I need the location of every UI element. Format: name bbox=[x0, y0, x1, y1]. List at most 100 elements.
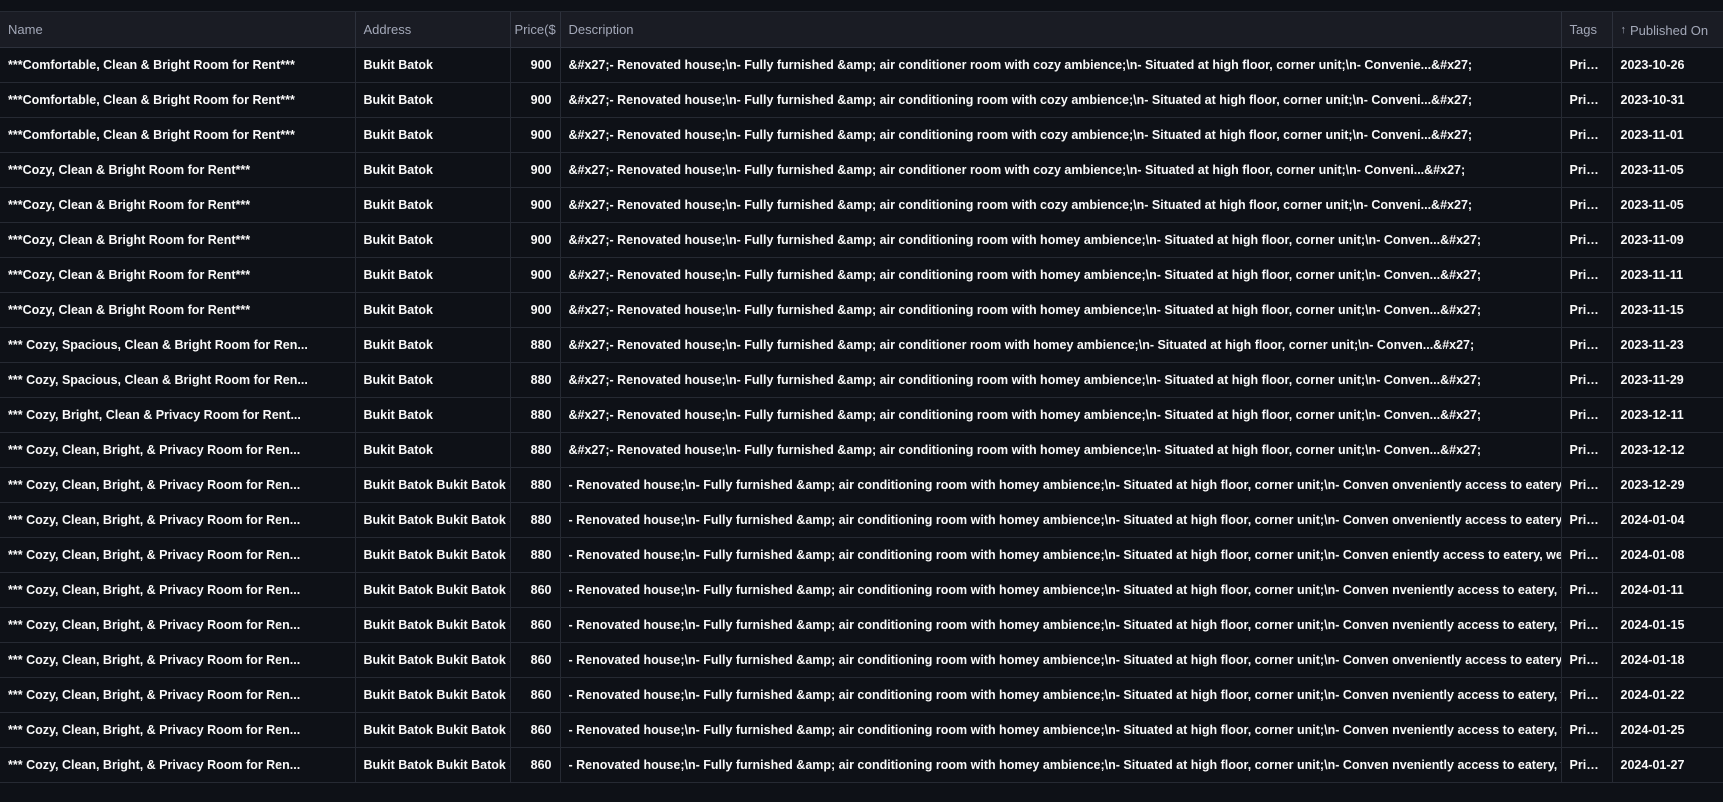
cell-price[interactable]: 880 bbox=[510, 432, 561, 468]
cell-price[interactable]: 860 bbox=[510, 747, 561, 783]
cell-address[interactable]: Bukit Batok Bukit Batok S bbox=[355, 502, 511, 538]
cell-tags[interactable]: Private bbox=[1561, 187, 1613, 223]
column-header-address[interactable]: Address bbox=[355, 12, 511, 48]
cell-address[interactable]: Bukit Batok Bukit Batok S bbox=[355, 712, 511, 748]
cell-price[interactable]: 900 bbox=[510, 82, 561, 118]
table-row[interactable]: ***Cozy, Clean & Bright Room for Rent***… bbox=[0, 257, 1723, 293]
cell-price[interactable]: 880 bbox=[510, 397, 561, 433]
cell-name[interactable]: *** Cozy, Clean, Bright, & Privacy Room … bbox=[0, 677, 356, 713]
cell-description[interactable]: &#x27;- Renovated house;\n- Fully furnis… bbox=[560, 222, 1562, 258]
cell-published-on[interactable]: 2023-11-05 bbox=[1612, 187, 1723, 223]
cell-address[interactable]: Bukit Batok Bukit Batok S bbox=[355, 642, 511, 678]
cell-tags[interactable]: Private bbox=[1561, 292, 1613, 328]
cell-published-on[interactable]: 2023-11-11 bbox=[1612, 257, 1723, 293]
cell-published-on[interactable]: 2023-12-29 bbox=[1612, 467, 1723, 503]
cell-description[interactable]: &#x27;- Renovated house;\n- Fully furnis… bbox=[560, 117, 1562, 153]
table-row[interactable]: *** Cozy, Clean, Bright, & Privacy Room … bbox=[0, 537, 1723, 573]
cell-address[interactable]: Bukit Batok Bukit Batok S bbox=[355, 677, 511, 713]
cell-address[interactable]: Bukit Batok bbox=[355, 47, 511, 83]
cell-description[interactable]: &#x27;- Renovated house;\n- Fully furnis… bbox=[560, 397, 1562, 433]
table-row[interactable]: *** Cozy, Spacious, Clean & Bright Room … bbox=[0, 327, 1723, 363]
cell-name[interactable]: *** Cozy, Clean, Bright, & Privacy Room … bbox=[0, 537, 356, 573]
cell-published-on[interactable]: 2024-01-25 bbox=[1612, 712, 1723, 748]
cell-price[interactable]: 900 bbox=[510, 257, 561, 293]
cell-published-on[interactable]: 2023-12-12 bbox=[1612, 432, 1723, 468]
cell-name[interactable]: *** Cozy, Clean, Bright, & Privacy Room … bbox=[0, 467, 356, 503]
cell-price[interactable]: 860 bbox=[510, 677, 561, 713]
cell-description[interactable]: - Renovated house;\n- Fully furnished &a… bbox=[560, 502, 1562, 538]
table-row[interactable]: *** Cozy, Clean, Bright, & Privacy Room … bbox=[0, 712, 1723, 748]
cell-tags[interactable]: Private bbox=[1561, 362, 1613, 398]
data-grid[interactable]: Name Address Price($ Description Tags ↑ … bbox=[0, 11, 1723, 785]
cell-published-on[interactable]: 2023-11-05 bbox=[1612, 152, 1723, 188]
cell-published-on[interactable]: 2024-01-04 bbox=[1612, 502, 1723, 538]
cell-address[interactable]: Bukit Batok bbox=[355, 82, 511, 118]
cell-address[interactable]: Bukit Batok bbox=[355, 292, 511, 328]
cell-name[interactable]: ***Cozy, Clean & Bright Room for Rent*** bbox=[0, 257, 356, 293]
cell-address[interactable]: Bukit Batok bbox=[355, 397, 511, 433]
cell-price[interactable]: 900 bbox=[510, 117, 561, 153]
table-row[interactable]: ***Cozy, Clean & Bright Room for Rent***… bbox=[0, 222, 1723, 258]
cell-description[interactable]: &#x27;- Renovated house;\n- Fully furnis… bbox=[560, 327, 1562, 363]
cell-tags[interactable]: Private bbox=[1561, 152, 1613, 188]
cell-name[interactable]: ***Cozy, Clean & Bright Room for Rent*** bbox=[0, 152, 356, 188]
cell-address[interactable]: Bukit Batok bbox=[355, 327, 511, 363]
cell-tags[interactable]: Private bbox=[1561, 572, 1613, 608]
cell-description[interactable]: &#x27;- Renovated house;\n- Fully furnis… bbox=[560, 362, 1562, 398]
cell-published-on[interactable]: 2024-01-18 bbox=[1612, 642, 1723, 678]
cell-published-on[interactable]: 2023-11-01 bbox=[1612, 117, 1723, 153]
cell-name[interactable]: *** Cozy, Bright, Clean & Privacy Room f… bbox=[0, 397, 356, 433]
column-header-name[interactable]: Name bbox=[0, 12, 356, 48]
table-row[interactable]: *** Cozy, Spacious, Clean & Bright Room … bbox=[0, 362, 1723, 398]
cell-price[interactable]: 880 bbox=[510, 362, 561, 398]
table-row[interactable]: ***Comfortable, Clean & Bright Room for … bbox=[0, 117, 1723, 153]
column-header-price[interactable]: Price($ bbox=[510, 12, 561, 48]
cell-published-on[interactable]: 2023-10-26 bbox=[1612, 47, 1723, 83]
cell-tags[interactable]: Private bbox=[1561, 607, 1613, 643]
cell-name[interactable]: *** Cozy, Clean, Bright, & Privacy Room … bbox=[0, 642, 356, 678]
cell-name[interactable]: *** Cozy, Clean, Bright, & Privacy Room … bbox=[0, 747, 356, 783]
cell-price[interactable]: 900 bbox=[510, 47, 561, 83]
cell-published-on[interactable]: 2023-11-29 bbox=[1612, 362, 1723, 398]
cell-tags[interactable]: Private bbox=[1561, 222, 1613, 258]
table-row[interactable]: *** Cozy, Clean, Bright, & Privacy Room … bbox=[0, 607, 1723, 643]
cell-tags[interactable]: Private bbox=[1561, 397, 1613, 433]
cell-price[interactable]: 900 bbox=[510, 152, 561, 188]
cell-published-on[interactable]: 2024-01-08 bbox=[1612, 537, 1723, 573]
table-row[interactable]: *** Cozy, Clean, Bright, & Privacy Room … bbox=[0, 747, 1723, 783]
cell-description[interactable]: - Renovated house;\n- Fully furnished &a… bbox=[560, 642, 1562, 678]
cell-description[interactable]: &#x27;- Renovated house;\n- Fully furnis… bbox=[560, 292, 1562, 328]
cell-description[interactable]: &#x27;- Renovated house;\n- Fully furnis… bbox=[560, 187, 1562, 223]
cell-name[interactable]: *** Cozy, Clean, Bright, & Privacy Room … bbox=[0, 572, 356, 608]
cell-name[interactable]: *** Cozy, Clean, Bright, & Privacy Room … bbox=[0, 502, 356, 538]
cell-name[interactable]: ***Cozy, Clean & Bright Room for Rent*** bbox=[0, 292, 356, 328]
cell-description[interactable]: &#x27;- Renovated house;\n- Fully furnis… bbox=[560, 152, 1562, 188]
cell-published-on[interactable]: 2024-01-15 bbox=[1612, 607, 1723, 643]
cell-description[interactable]: &#x27;- Renovated house;\n- Fully furnis… bbox=[560, 432, 1562, 468]
cell-price[interactable]: 860 bbox=[510, 642, 561, 678]
cell-address[interactable]: Bukit Batok bbox=[355, 432, 511, 468]
cell-tags[interactable]: Private bbox=[1561, 327, 1613, 363]
cell-tags[interactable]: Private bbox=[1561, 642, 1613, 678]
table-row[interactable]: *** Cozy, Clean, Bright, & Privacy Room … bbox=[0, 677, 1723, 713]
cell-published-on[interactable]: 2023-11-15 bbox=[1612, 292, 1723, 328]
cell-name[interactable]: *** Cozy, Spacious, Clean & Bright Room … bbox=[0, 362, 356, 398]
cell-price[interactable]: 900 bbox=[510, 292, 561, 328]
cell-tags[interactable]: Private bbox=[1561, 117, 1613, 153]
cell-tags[interactable]: Private bbox=[1561, 432, 1613, 468]
cell-tags[interactable]: Private bbox=[1561, 747, 1613, 783]
cell-address[interactable]: Bukit Batok Bukit Batok S bbox=[355, 607, 511, 643]
cell-price[interactable]: 900 bbox=[510, 222, 561, 258]
table-row[interactable]: *** Cozy, Bright, Clean & Privacy Room f… bbox=[0, 397, 1723, 433]
cell-name[interactable]: ***Cozy, Clean & Bright Room for Rent*** bbox=[0, 187, 356, 223]
cell-tags[interactable]: Private bbox=[1561, 502, 1613, 538]
cell-published-on[interactable]: 2023-11-23 bbox=[1612, 327, 1723, 363]
cell-name[interactable]: ***Comfortable, Clean & Bright Room for … bbox=[0, 82, 356, 118]
cell-address[interactable]: Bukit Batok bbox=[355, 187, 511, 223]
cell-published-on[interactable]: 2024-01-22 bbox=[1612, 677, 1723, 713]
cell-published-on[interactable]: 2024-01-11 bbox=[1612, 572, 1723, 608]
cell-description[interactable]: - Renovated house;\n- Fully furnished &a… bbox=[560, 572, 1562, 608]
cell-name[interactable]: *** Cozy, Clean, Bright, & Privacy Room … bbox=[0, 712, 356, 748]
cell-tags[interactable]: Private bbox=[1561, 677, 1613, 713]
cell-price[interactable]: 880 bbox=[510, 467, 561, 503]
